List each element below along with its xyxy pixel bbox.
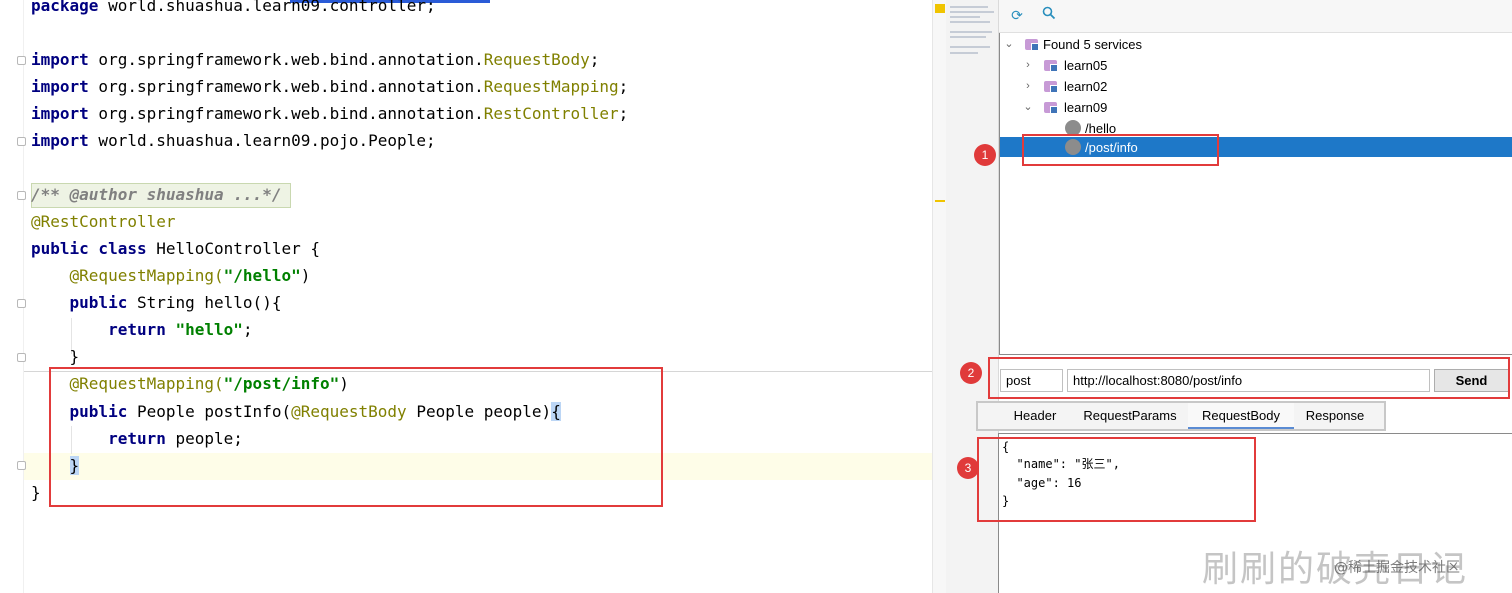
- highlight-box-body: [977, 437, 1256, 522]
- tree-root-label: Found 5 services: [1043, 37, 1142, 52]
- code-token: org.springframework.web.bind.annotation.: [88, 104, 484, 123]
- annotation-badge-3: 3: [957, 457, 979, 479]
- code-token: import: [31, 77, 89, 96]
- annotation-badge-2: 2: [960, 362, 982, 384]
- tab-request-body[interactable]: RequestBody: [1188, 403, 1294, 429]
- code-token: RestController: [483, 104, 619, 123]
- code-token: ;: [618, 104, 629, 123]
- tab-response[interactable]: Response: [1300, 403, 1370, 429]
- code-token: String hello(){: [127, 293, 282, 312]
- code-line[interactable]: import world.shuashua.learn09.pojo.Peopl…: [31, 127, 436, 154]
- code-token: import: [31, 104, 89, 123]
- code-line[interactable]: public class HelloController {: [31, 235, 320, 262]
- error-stripe-marker[interactable]: [935, 200, 945, 202]
- fold-marker-icon[interactable]: [17, 137, 26, 146]
- code-editor[interactable]: package world.shuashua.learn09.controlle…: [0, 0, 932, 593]
- code-token: world.shuashua.learn09.controller;: [98, 0, 436, 15]
- tree-item-learn09[interactable]: ⌄ learn09: [1000, 97, 1512, 118]
- code-token: RequestBody: [483, 50, 590, 69]
- code-line[interactable]: import org.springframework.web.bind.anno…: [31, 100, 628, 127]
- highlight-box-code: [49, 367, 663, 507]
- code-token: ;: [589, 50, 600, 69]
- editor-gutter: [0, 0, 24, 593]
- service-folder-icon: [1025, 39, 1039, 51]
- code-line[interactable]: import org.springframework.web.bind.anno…: [31, 46, 599, 73]
- code-token: org.springframework.web.bind.annotation.: [88, 50, 484, 69]
- tree-item-learn05[interactable]: › learn05: [1000, 55, 1512, 76]
- code-token: import: [31, 50, 89, 69]
- code-token: public class: [31, 239, 147, 258]
- code-line[interactable]: @RestController: [31, 208, 176, 235]
- module-folder-icon: [1044, 60, 1058, 72]
- module-folder-icon: [1044, 81, 1058, 93]
- tree-root[interactable]: ⌄ Found 5 services: [1000, 34, 1512, 55]
- code-token: HelloController {: [146, 239, 320, 258]
- tree-item-label: learn02: [1064, 79, 1108, 94]
- editor-scroll-stripe[interactable]: [932, 0, 946, 593]
- code-line[interactable]: }: [31, 343, 80, 370]
- minimap-line: [950, 36, 986, 38]
- code-token: world.shuashua.learn09.pojo.People;: [88, 131, 436, 150]
- chevron-right-icon[interactable]: ›: [1022, 76, 1034, 97]
- chevron-right-icon[interactable]: ›: [1022, 55, 1034, 76]
- code-token: ;: [618, 77, 629, 96]
- code-token: ;: [242, 320, 253, 339]
- minimap-line: [950, 21, 990, 23]
- code-token: @RestController: [31, 212, 176, 231]
- minimap-line: [950, 16, 980, 18]
- tab-request-params[interactable]: RequestParams: [1078, 403, 1182, 429]
- code-line[interactable]: @RequestMapping("/hello"): [31, 262, 311, 289]
- tree-item-label: learn09: [1064, 100, 1108, 115]
- code-token: package: [31, 0, 99, 15]
- code-token: public: [31, 293, 128, 312]
- chevron-down-icon[interactable]: ⌄: [1022, 97, 1034, 118]
- minimap-line: [950, 11, 994, 13]
- request-tabs: Header RequestParams RequestBody Respons…: [976, 401, 1386, 431]
- code-token: /** @author shuashua ...*/: [31, 185, 282, 204]
- code-token: }: [31, 347, 80, 366]
- service-tree[interactable]: ⌄ Found 5 services › learn05 › learn02 ⌄…: [999, 33, 1512, 355]
- code-line[interactable]: }: [31, 479, 41, 506]
- code-token: "hello": [175, 320, 243, 339]
- minimap-line: [950, 6, 988, 8]
- refresh-icon[interactable]: ⟳: [1007, 6, 1027, 26]
- module-folder-icon: [1044, 102, 1058, 114]
- fold-marker-icon[interactable]: [17, 191, 26, 200]
- code-line[interactable]: public String hello(){: [31, 289, 282, 316]
- tree-item-learn02[interactable]: › learn02: [1000, 76, 1512, 97]
- warning-marker[interactable]: [935, 4, 945, 13]
- tree-item-label: learn05: [1064, 58, 1108, 73]
- code-token: "/hello": [223, 266, 301, 285]
- fold-marker-icon[interactable]: [17, 461, 26, 470]
- fold-marker-icon[interactable]: [17, 299, 26, 308]
- minimap-line: [950, 52, 978, 54]
- code-token: ): [300, 266, 311, 285]
- panel-toolbar: ⟳: [999, 0, 1512, 33]
- code-line[interactable]: import org.springframework.web.bind.anno…: [31, 73, 628, 100]
- search-icon[interactable]: [1039, 6, 1059, 26]
- tab-header[interactable]: Header: [1000, 403, 1070, 429]
- annotation-badge-1: 1: [974, 144, 996, 166]
- code-token: }: [31, 483, 41, 502]
- chevron-down-icon[interactable]: ⌄: [1003, 34, 1015, 55]
- code-line[interactable]: /** @author shuashua ...*/: [31, 181, 281, 208]
- code-token: org.springframework.web.bind.annotation.: [88, 77, 484, 96]
- highlight-box-request: [988, 357, 1510, 399]
- watermark-source: @稀土掘金技术社区: [1334, 560, 1460, 576]
- code-line[interactable]: return "hello";: [31, 316, 253, 343]
- code-token: return: [31, 320, 166, 339]
- code-line[interactable]: package world.shuashua.learn09.controlle…: [31, 0, 436, 19]
- code-token: import: [31, 131, 89, 150]
- code-token: RequestMapping: [483, 77, 619, 96]
- minimap-line: [950, 46, 990, 48]
- fold-marker-icon[interactable]: [17, 353, 26, 362]
- highlight-box-endpoint: [1022, 134, 1219, 166]
- minimap-line: [950, 31, 992, 33]
- fold-marker-icon[interactable]: [17, 56, 26, 65]
- code-token: @RequestMapping(: [31, 266, 224, 285]
